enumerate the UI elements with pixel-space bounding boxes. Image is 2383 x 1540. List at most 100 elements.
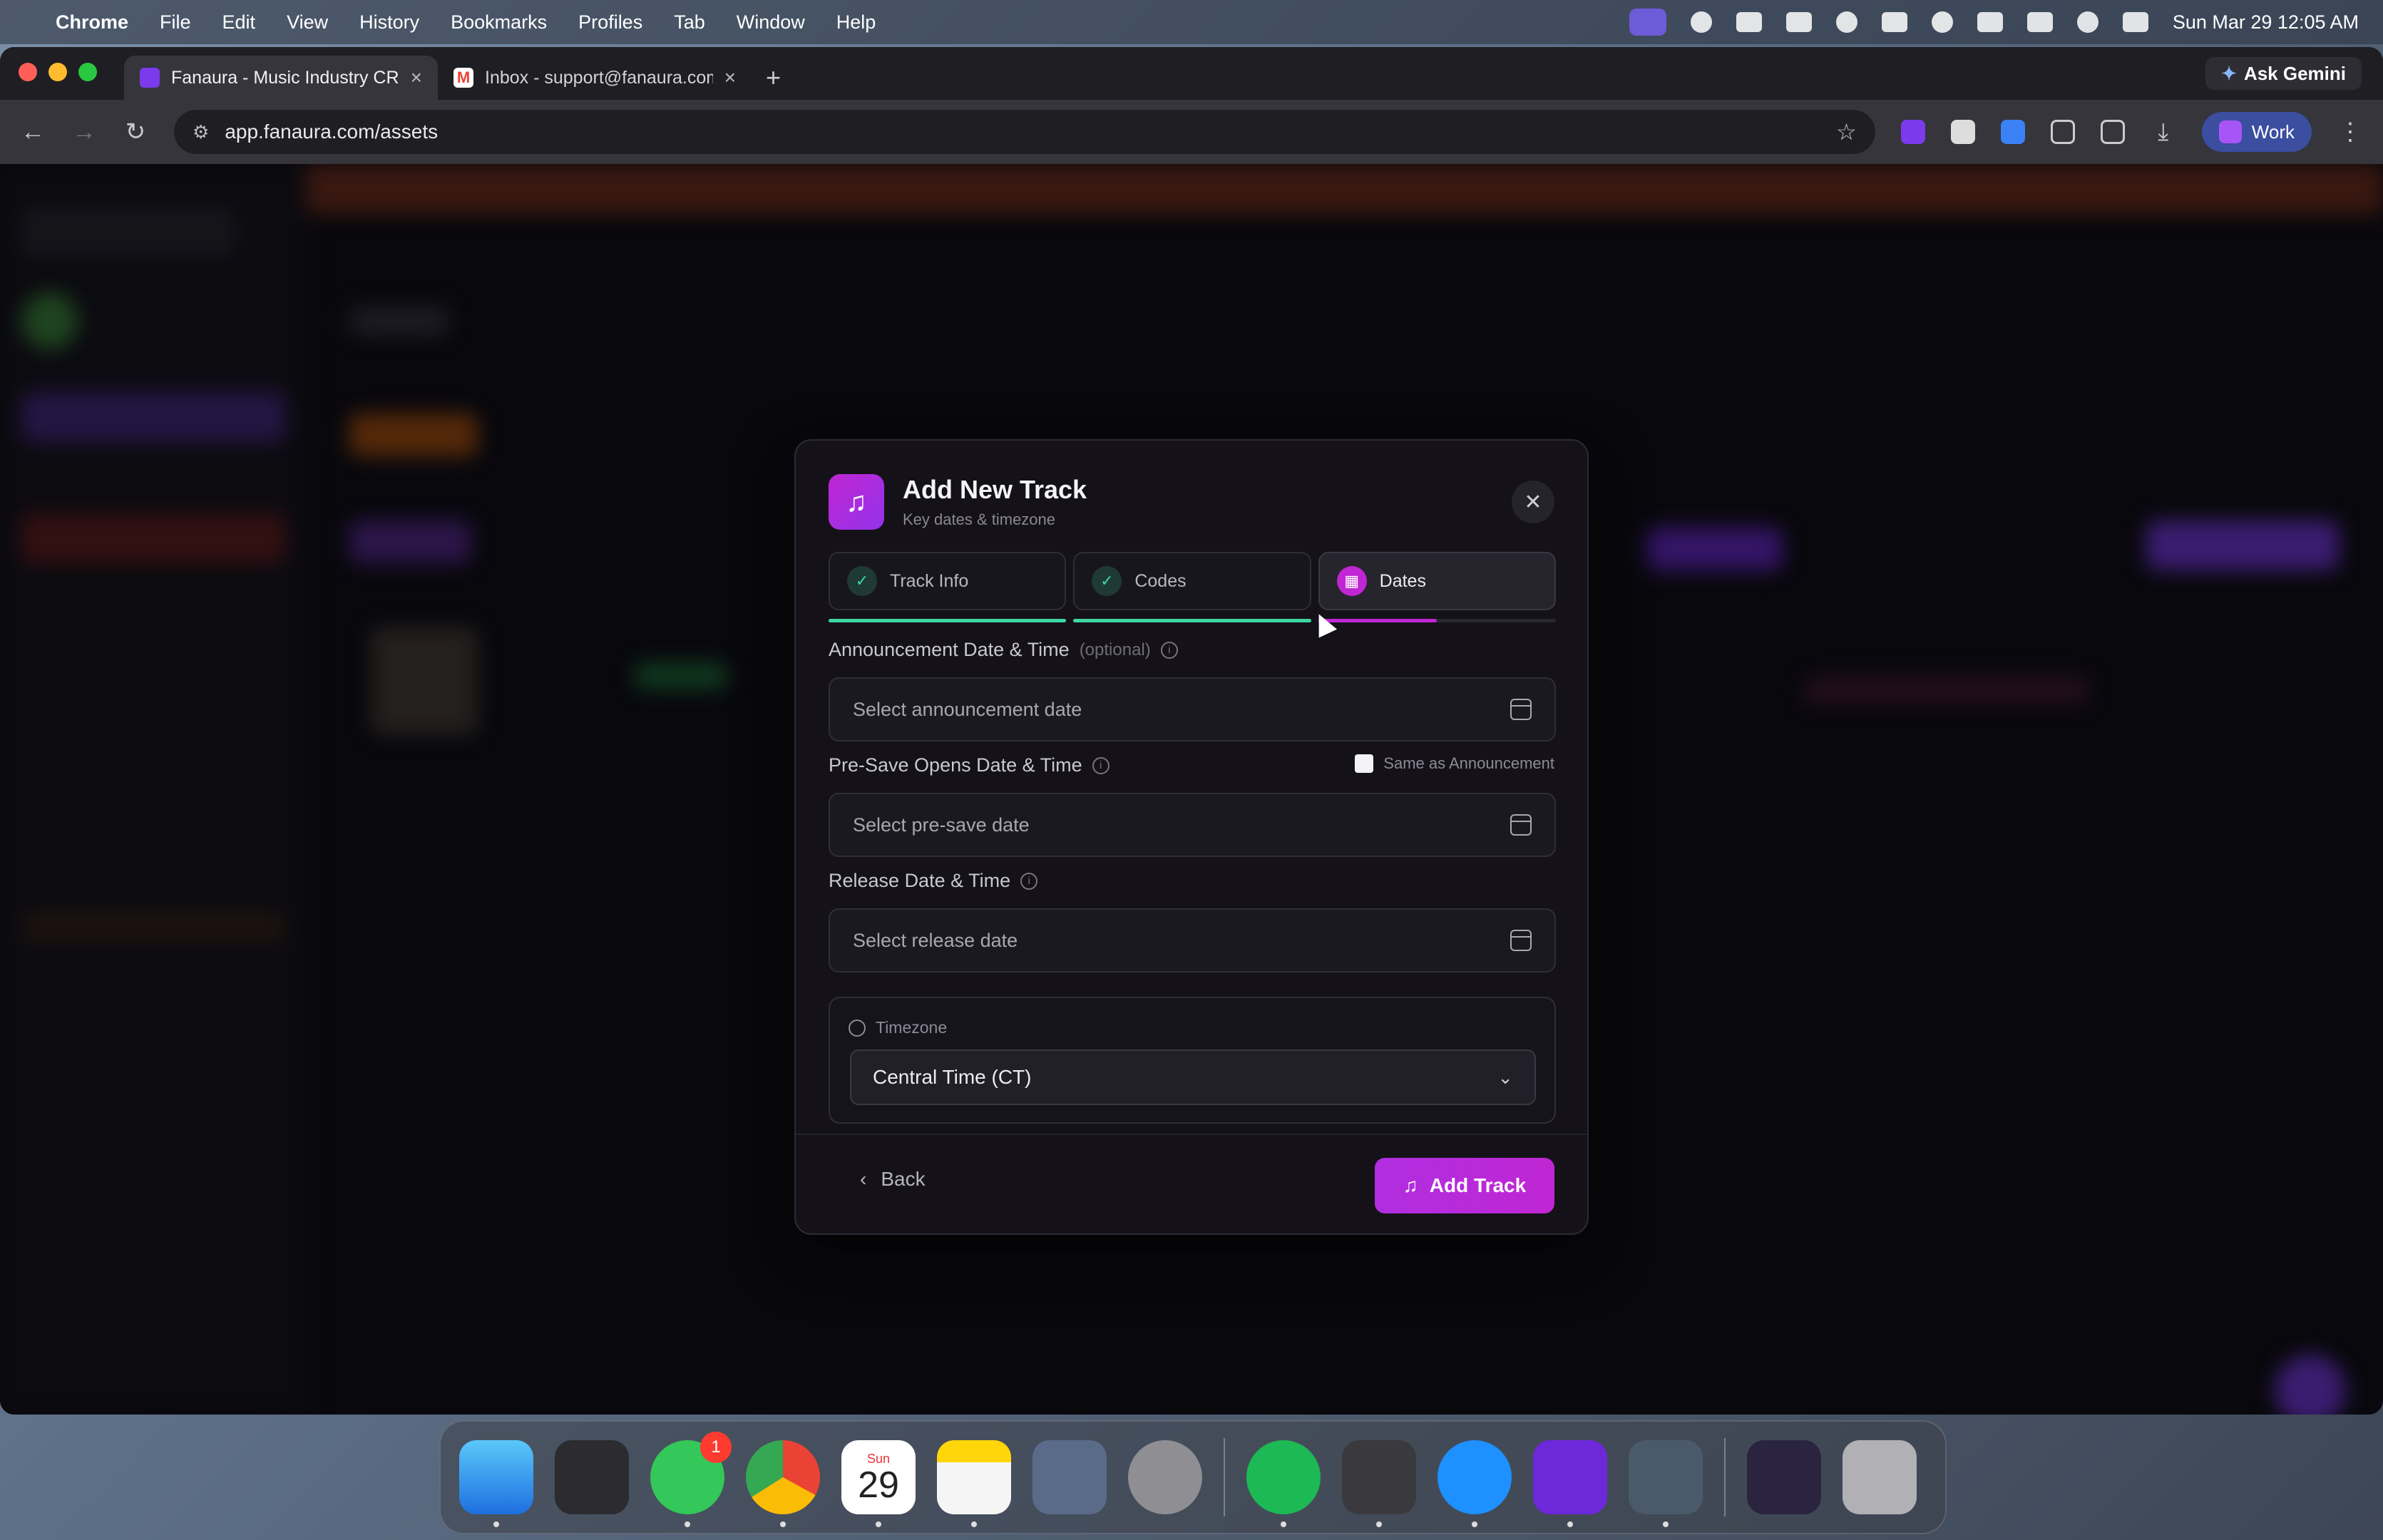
close-modal-button[interactable]: ✕ <box>1512 481 1554 523</box>
profile-button[interactable]: Work <box>2201 112 2312 152</box>
calendar-icon[interactable] <box>1510 699 1532 720</box>
tab-inbox[interactable]: M Inbox - support@fanaura.com × <box>438 56 752 100</box>
step-progress-bar <box>1073 619 1311 622</box>
sync-icon[interactable] <box>1835 11 1857 33</box>
url-text[interactable]: app.fanaura.com/assets <box>225 120 438 143</box>
menu-view[interactable]: View <box>287 11 328 34</box>
wifi-icon[interactable] <box>1977 12 2003 32</box>
step-track-info[interactable]: ✓ Track Info <box>829 552 1067 622</box>
menu-profiles[interactable]: Profiles <box>578 11 642 34</box>
menu-help[interactable]: Help <box>836 11 876 34</box>
chevron-left-icon: ‹ <box>860 1168 867 1190</box>
tab-title: Fanaura - Music Industry CRM <box>171 67 399 88</box>
info-icon[interactable]: i <box>1020 872 1038 890</box>
bookmark-star-icon[interactable]: ☆ <box>1836 118 1857 145</box>
extensions-puzzle-icon[interactable] <box>2050 120 2075 144</box>
step-dates[interactable]: ▦ Dates <box>1318 552 1556 622</box>
timezone-select[interactable]: Central Time (CT) ⌄ <box>850 1049 1536 1105</box>
music-note-icon: ♫ <box>829 474 884 530</box>
spotify-icon[interactable] <box>1246 1440 1321 1527</box>
step-codes[interactable]: ✓ Codes <box>1073 552 1311 622</box>
simulator-icon[interactable] <box>1032 1440 1107 1514</box>
recent-window-icon[interactable] <box>1747 1440 1821 1514</box>
menu-file[interactable]: File <box>160 11 191 34</box>
trash-icon[interactable] <box>1843 1440 1917 1514</box>
extension-l-icon[interactable] <box>1900 120 1925 144</box>
more-menu-icon[interactable]: ⋮ <box>2337 118 2363 146</box>
add-track-modal: ♫ Add New Track Key dates & timezone ✕ ✓… <box>794 439 1589 1235</box>
menu-history[interactable]: History <box>359 11 419 34</box>
spotlight-search-icon[interactable] <box>2076 11 2098 33</box>
announcement-date-input[interactable]: Select announcement date <box>829 677 1556 741</box>
calendar-icon[interactable] <box>1510 930 1532 951</box>
battery-icon[interactable] <box>2026 12 2053 32</box>
new-tab-button[interactable]: + <box>766 56 781 100</box>
reload-icon[interactable]: ↻ <box>123 118 148 146</box>
reading-mode-icon[interactable] <box>2100 120 2125 144</box>
dock-separator <box>1224 1438 1225 1516</box>
menu-bookmarks[interactable]: Bookmarks <box>451 11 547 34</box>
status-icon[interactable] <box>1690 11 1712 33</box>
add-track-button[interactable]: ♫ Add Track <box>1375 1158 1554 1213</box>
minimize-window-button[interactable] <box>48 63 67 81</box>
menu-edit[interactable]: Edit <box>222 11 256 34</box>
address-bar[interactable]: ⚙ app.fanaura.com/assets ☆ <box>174 110 1875 154</box>
ask-gemini-button[interactable]: ✦ Ask Gemini <box>2205 57 2362 90</box>
info-icon[interactable]: i <box>1092 756 1109 774</box>
chrome-icon[interactable] <box>746 1440 820 1527</box>
extension-eraser-icon[interactable] <box>1950 120 1975 144</box>
presave-date-input[interactable]: Select pre-save date <box>829 793 1556 857</box>
same-as-announcement-checkbox[interactable]: Same as Announcement <box>1355 754 1554 773</box>
calendar-day: 29 <box>858 1464 899 1506</box>
calendar-icon[interactable] <box>1510 814 1532 836</box>
cursor-app-icon[interactable] <box>1342 1440 1416 1527</box>
car-icon[interactable] <box>1881 12 1907 32</box>
bitwarden-icon[interactable] <box>2000 120 2025 144</box>
menu-tab[interactable]: Tab <box>674 11 705 34</box>
music-note-icon: ♫ <box>1403 1174 1418 1196</box>
zoom-window-button[interactable] <box>78 63 97 81</box>
timezone-value: Central Time (CT) <box>873 1066 1032 1088</box>
step-progress-bar <box>829 619 1067 622</box>
release-label-text: Release Date & Time <box>829 870 1011 891</box>
close-icon: ✕ <box>1524 490 1542 514</box>
calendar-app-icon[interactable]: Sun 29 <box>841 1440 916 1527</box>
site-info-icon[interactable]: ⚙ <box>193 121 209 143</box>
menu-window[interactable]: Window <box>737 11 805 34</box>
info-icon[interactable]: i <box>1160 641 1178 659</box>
messages-icon[interactable]: 1 <box>650 1432 732 1527</box>
utility-app-icon[interactable] <box>1629 1440 1703 1527</box>
modal-title: Add New Track <box>903 475 1087 504</box>
dropbox-icon[interactable] <box>1785 12 1812 32</box>
fanaura-app-icon[interactable] <box>1533 1440 1607 1527</box>
notes-icon[interactable] <box>937 1440 1011 1527</box>
ask-gemini-label: Ask Gemini <box>2243 62 2346 84</box>
step-progress-fill <box>829 619 1067 622</box>
quicktime-icon[interactable] <box>1438 1440 1512 1527</box>
control-center-icon[interactable] <box>2122 12 2148 32</box>
finder-icon[interactable] <box>459 1440 533 1527</box>
menu-clock[interactable]: Sun Mar 29 12:05 AM <box>2173 11 2359 34</box>
menu-bar: Chrome File Edit View History Bookmarks … <box>0 0 2383 44</box>
release-date-input[interactable]: Select release date <box>829 908 1556 972</box>
modal-subtitle: Key dates & timezone <box>903 510 1056 528</box>
back-button[interactable]: ‹ Back <box>860 1168 926 1191</box>
back-arrow-icon[interactable]: ← <box>20 118 46 146</box>
app-page: ♫ Add New Track Key dates & timezone ✕ ✓… <box>0 164 2383 1415</box>
screen-share-icon[interactable] <box>1629 9 1666 36</box>
box-icon[interactable] <box>1736 12 1762 32</box>
menu-app-name[interactable]: Chrome <box>56 11 128 34</box>
close-tab-icon[interactable]: × <box>724 66 736 89</box>
browser-window: Fanaura - Music Industry CRM × M Inbox -… <box>0 47 2383 1415</box>
launchpad-icon[interactable] <box>555 1440 629 1514</box>
tab-fanaura[interactable]: Fanaura - Music Industry CRM × <box>124 56 438 100</box>
close-window-button[interactable] <box>19 63 37 81</box>
add-track-label: Add Track <box>1429 1174 1527 1196</box>
download-icon[interactable]: ⤓ <box>2151 118 2176 146</box>
step-label: Track Info <box>890 570 969 591</box>
system-settings-icon[interactable] <box>1128 1440 1202 1514</box>
checkbox[interactable] <box>1355 754 1374 773</box>
close-tab-icon[interactable]: × <box>411 66 422 89</box>
forward-arrow-icon[interactable]: → <box>71 118 97 146</box>
play-icon[interactable] <box>1931 11 1953 33</box>
